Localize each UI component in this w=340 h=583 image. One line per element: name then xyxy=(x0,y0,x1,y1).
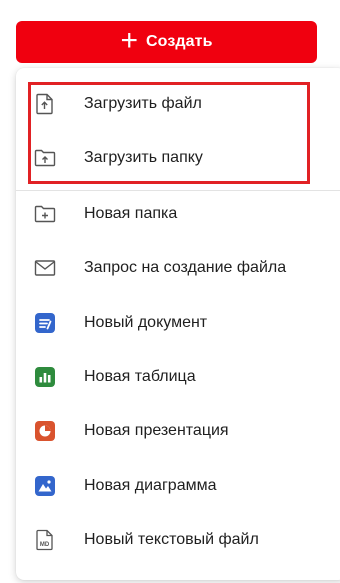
plus-icon: + xyxy=(120,23,139,57)
diagram-app-icon xyxy=(34,475,56,497)
menu-item-label: Новая презентация xyxy=(84,422,229,439)
menu-item-label: Новый текстовый файл xyxy=(84,531,259,548)
menu-item-upload-folder[interactable]: Загрузить папку xyxy=(16,131,340,185)
menu-item-file-request[interactable]: Запрос на создание файла xyxy=(16,241,340,295)
menu-item-new-diagram[interactable]: Новая диаграмма xyxy=(16,459,340,513)
md-badge: MD xyxy=(40,542,50,548)
menu-item-label: Запрос на создание файла xyxy=(84,259,287,276)
menu-item-new-text-file[interactable]: MD Новый текстовый файл xyxy=(16,513,340,567)
menu-item-label: Новый документ xyxy=(84,314,208,331)
menu-item-new-spreadsheet[interactable]: Новая таблица xyxy=(16,350,340,404)
spreadsheet-app-icon xyxy=(34,366,56,388)
upload-file-icon xyxy=(34,93,56,115)
menu-item-upload-file[interactable]: Загрузить файл xyxy=(16,77,340,131)
document-app-icon xyxy=(34,312,56,334)
menu-item-label: Новая таблица xyxy=(84,368,196,385)
new-folder-icon xyxy=(34,203,56,225)
create-button-label: Создать xyxy=(146,33,213,50)
menu-item-new-folder[interactable]: Новая папка xyxy=(16,187,340,241)
menu-item-label: Новая папка xyxy=(84,205,178,222)
envelope-icon xyxy=(34,257,56,279)
menu-item-label: Загрузить папку xyxy=(84,149,203,166)
menu-item-new-presentation[interactable]: Новая презентация xyxy=(16,404,340,458)
menu-item-label: Загрузить файл xyxy=(84,95,202,112)
menu-item-new-document[interactable]: Новый документ xyxy=(16,296,340,350)
menu-item-label: Новая диаграмма xyxy=(84,477,217,494)
upload-folder-icon xyxy=(34,147,56,169)
markdown-file-icon: MD xyxy=(34,529,56,551)
presentation-app-icon xyxy=(34,420,56,442)
create-button[interactable]: + Создать xyxy=(16,21,317,63)
